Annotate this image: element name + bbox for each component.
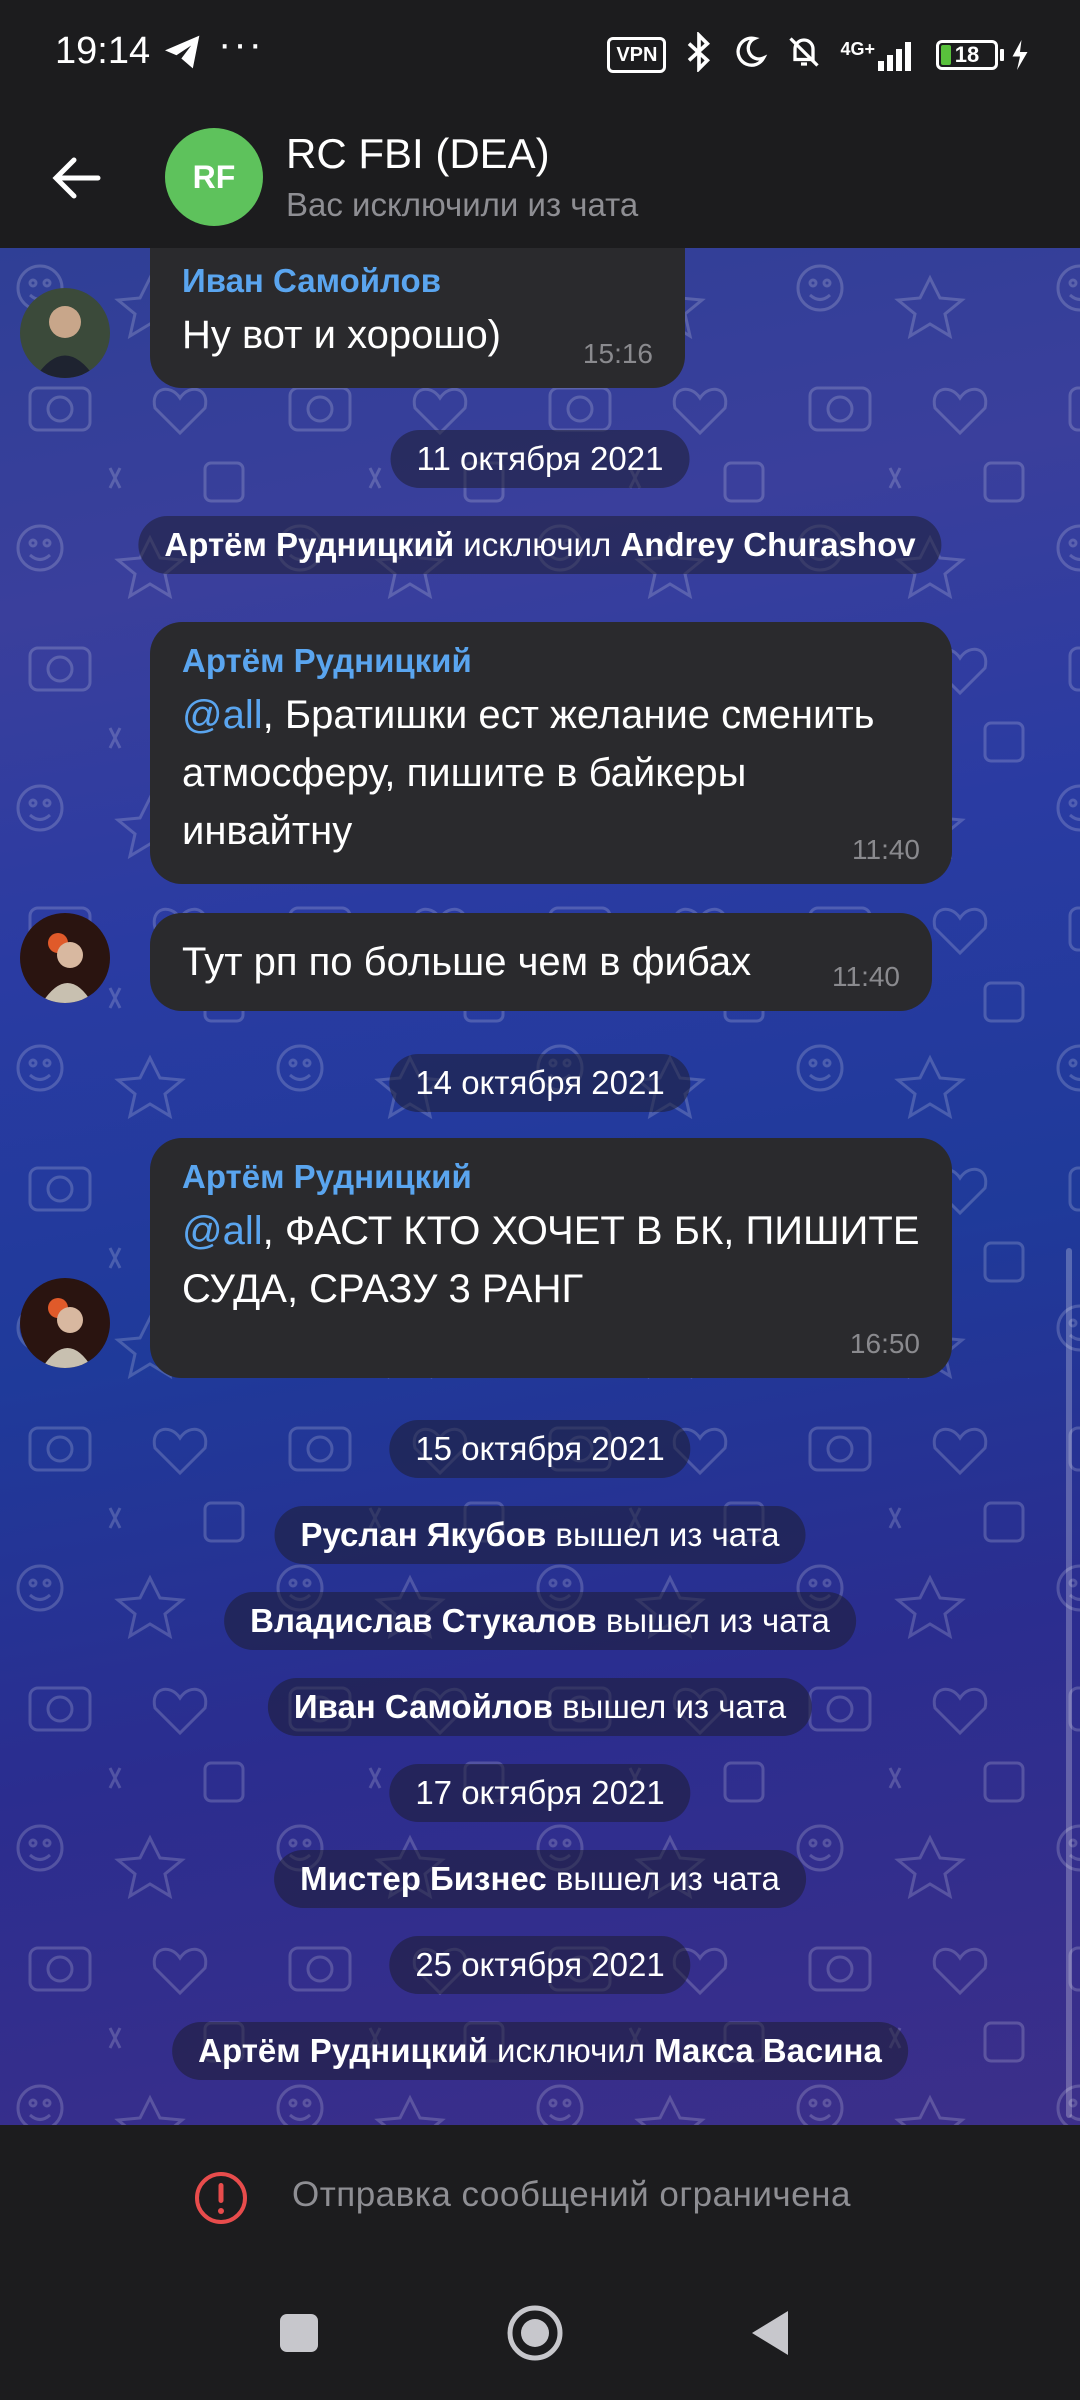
home-icon[interactable] <box>506 2304 564 2362</box>
date-separator: 11 октября 2021 <box>390 430 690 488</box>
scrollbar[interactable] <box>1066 1248 1072 2118</box>
muted-bell-icon <box>786 33 822 76</box>
date-separator: 15 октября 2021 <box>389 1420 691 1478</box>
sender-name[interactable]: Иван Самойлов <box>182 262 653 300</box>
service-message: Владислав Стукалов вышел из чата <box>224 1592 856 1650</box>
network-type: 4G+ <box>840 38 875 59</box>
service-message: Артём Рудницкий исключил Макса Васина <box>172 2022 908 2080</box>
date-separator: 17 октября 2021 <box>389 1764 691 1822</box>
message-text: Тут рп по больше чем в фибах <box>182 940 752 984</box>
message-time: 16:50 <box>849 1328 920 1359</box>
service-verb: вышел из чата <box>605 1602 830 1639</box>
actor-name[interactable]: Иван Самойлов <box>294 1688 553 1725</box>
status-icons: VPN 4G+ 18 <box>607 30 1030 77</box>
message-bubble[interactable]: Иван Самойлов Ну вот и хорошо) 15:16 <box>150 248 685 388</box>
chat-avatar[interactable]: RF <box>165 128 263 226</box>
message-body: , Братишки ест желание сменить атмосферу… <box>182 693 875 853</box>
message-body: , ФАСТ КТО ХОЧЕТ В БК, ПИШИТЕ СУДА, СРАЗ… <box>182 1209 920 1311</box>
back-button[interactable] <box>48 148 108 208</box>
target-name[interactable]: Andrey Churashov <box>620 526 915 563</box>
chat-subtitle: Вас исключили из чата <box>286 186 639 223</box>
actor-name[interactable]: Мистер Бизнес <box>300 1860 547 1897</box>
back-nav-icon[interactable] <box>748 2308 792 2358</box>
target-name[interactable]: Макса Васина <box>654 2032 882 2069</box>
actor-name[interactable]: Владислав Стукалов <box>250 1602 597 1639</box>
moon-icon <box>732 34 768 75</box>
actor-name[interactable]: Артём Рудницкий <box>198 2032 488 2069</box>
message-text: @all, ФАСТ КТО ХОЧЕТ В БК, ПИШИТЕ СУДА, … <box>182 1202 920 1318</box>
battery-icon: 18 <box>936 39 1030 70</box>
avatar[interactable] <box>20 1278 110 1368</box>
chat-title[interactable]: RC FBI (DEA) <box>286 130 550 178</box>
message-bubble[interactable]: Тут рп по больше чем в фибах 11:40 <box>150 913 932 1011</box>
warning-icon <box>195 2172 247 2224</box>
service-verb: исключил <box>463 526 612 563</box>
status-time: 19:14 <box>55 30 151 72</box>
service-verb: вышел из чата <box>555 1860 780 1897</box>
bluetooth-icon <box>684 30 714 77</box>
telegram-icon <box>163 34 203 75</box>
service-message: Иван Самойлов вышел из чата <box>267 1678 813 1736</box>
input-restricted-bar: Отправка сообщений ограничена <box>0 2125 1080 2270</box>
signal-icon: 4G+ <box>840 39 918 71</box>
message-time: 15:16 <box>582 338 653 369</box>
sender-name[interactable]: Артём Рудницкий <box>182 1158 920 1196</box>
more-notifications-icon: ··· <box>218 22 264 66</box>
status-bar: 19:14 ··· VPN 4G+ 18 <box>0 0 1080 108</box>
message-text: @all, Братишки ест желание сменить атмос… <box>182 686 920 860</box>
message-bubble[interactable]: Артём Рудницкий @all, Братишки ест желан… <box>150 622 952 884</box>
chat-header: RF RC FBI (DEA) Вас исключили из чата <box>0 108 1080 248</box>
date-separator: 25 октября 2021 <box>389 1936 691 1994</box>
actor-name[interactable]: Руслан Якубов <box>301 1516 547 1553</box>
actor-name[interactable]: Артём Рудницкий <box>164 526 454 563</box>
service-verb: исключил <box>497 2032 645 2069</box>
service-message: Артём Рудницкий исключил Andrey Churasho… <box>138 516 942 574</box>
battery-level: 18 <box>954 41 980 67</box>
mention-link[interactable]: @all <box>182 1209 263 1253</box>
system-nav-bar <box>0 2270 1080 2400</box>
message-bubble[interactable]: Артём Рудницкий @all, ФАСТ КТО ХОЧЕТ В Б… <box>150 1138 952 1378</box>
service-verb: вышел из чата <box>562 1688 787 1725</box>
sender-name[interactable]: Артём Рудницкий <box>182 642 920 680</box>
avatar[interactable] <box>20 288 110 378</box>
arrow-left-icon <box>52 157 101 199</box>
restriction-text: Отправка сообщений ограничена <box>292 2175 851 2214</box>
recents-icon[interactable] <box>278 2312 320 2354</box>
service-message: Мистер Бизнес вышел из чата <box>274 1850 806 1908</box>
vpn-icon: VPN <box>607 36 667 73</box>
date-separator: 14 октября 2021 <box>389 1054 691 1112</box>
service-verb: вышел из чата <box>555 1516 780 1553</box>
mention-link[interactable]: @all <box>182 693 263 737</box>
message-list[interactable]: Иван Самойлов Ну вот и хорошо) 15:16 11 … <box>0 248 1080 2125</box>
service-message: Руслан Якубов вышел из чата <box>274 1506 806 1564</box>
message-time: 11:40 <box>832 961 900 992</box>
avatar[interactable] <box>20 913 110 1003</box>
message-time: 11:40 <box>852 834 920 865</box>
